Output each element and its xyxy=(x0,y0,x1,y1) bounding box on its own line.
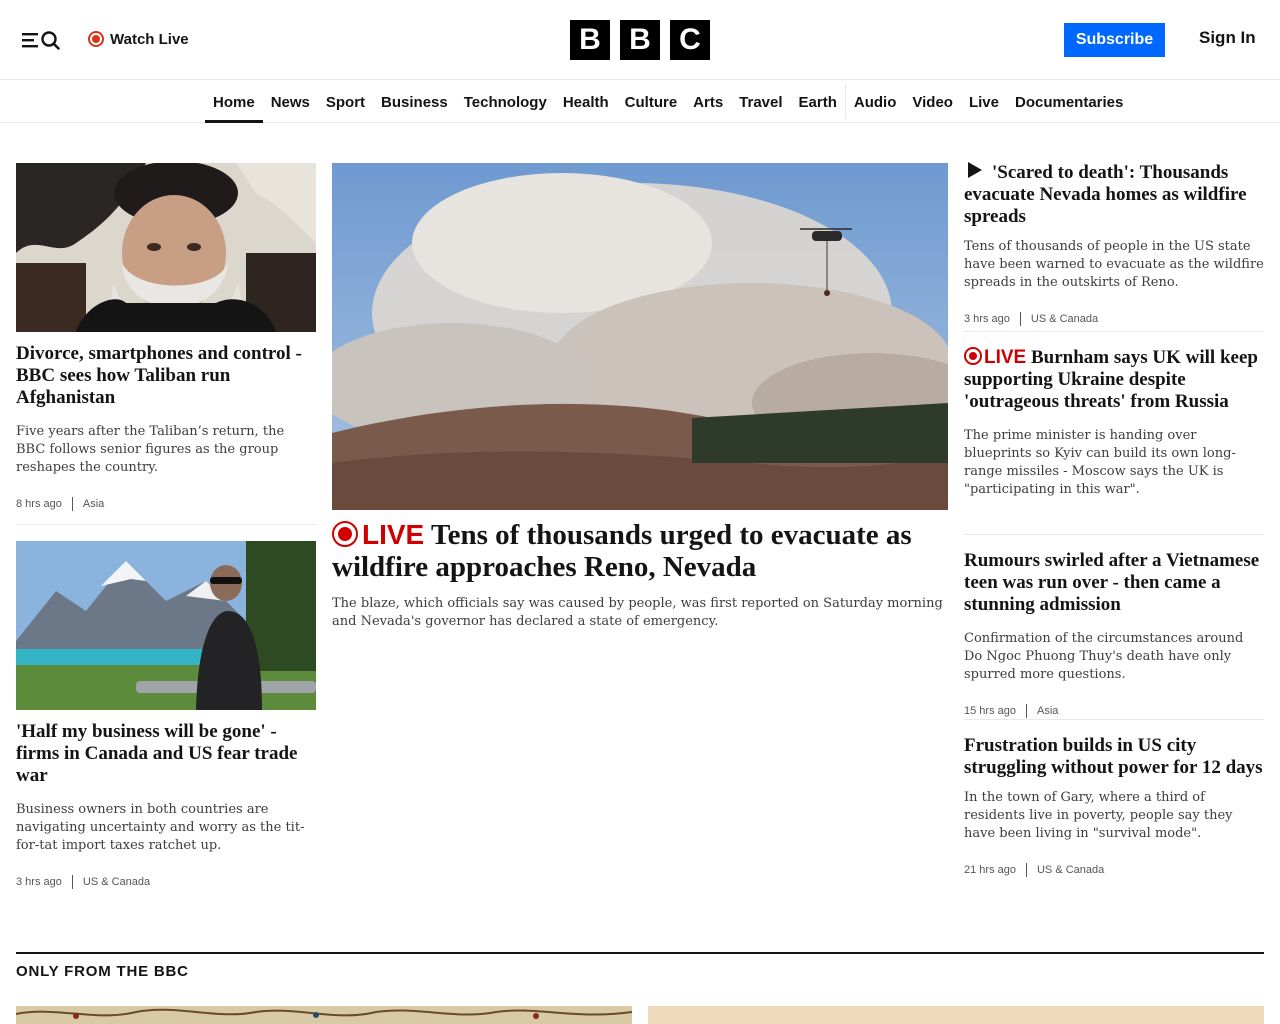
logo-letter-c: C xyxy=(670,20,710,60)
meta-separator xyxy=(1025,863,1027,877)
menu-search-button[interactable] xyxy=(20,28,62,52)
nav-video[interactable]: Video xyxy=(904,81,961,123)
story-meta: 15 hrs ago Asia xyxy=(964,704,1264,718)
story-summary: Five years after the Taliban’s return, t… xyxy=(16,424,285,475)
subscribe-button[interactable]: Subscribe xyxy=(1064,23,1165,57)
story-headline[interactable]: 'Half my business will be gone' - firms … xyxy=(16,721,316,787)
story-region[interactable]: US & Canada xyxy=(83,876,150,888)
story-headline[interactable]: Divorce, smartphones and control - BBC s… xyxy=(16,343,316,409)
taliban-story-image[interactable] xyxy=(16,163,316,332)
story-card-trade-war[interactable]: 'Half my business will be gone' - firms … xyxy=(16,721,316,889)
nav-sport[interactable]: Sport xyxy=(318,81,373,123)
watch-live-button[interactable]: Watch Live xyxy=(88,28,189,50)
story-card-ukraine[interactable]: LIVE Burnham says UK will keep supportin… xyxy=(964,347,1264,499)
meta-separator xyxy=(1025,704,1027,718)
logo-letter-b2: B xyxy=(620,20,660,60)
live-dot-icon xyxy=(88,31,104,47)
story-time: 3 hrs ago xyxy=(964,313,1010,325)
bbc-logo[interactable]: B B C xyxy=(570,20,710,60)
story-meta: 8 hrs ago Asia xyxy=(16,497,316,511)
meta-separator xyxy=(71,875,73,889)
story-card-gary-power[interactable]: Frustration builds in US city struggling… xyxy=(964,735,1264,877)
meta-separator xyxy=(71,497,73,511)
logo-letter-b1: B xyxy=(570,20,610,60)
play-icon xyxy=(968,162,982,178)
lead-summary: The blaze, which officials say was cause… xyxy=(332,596,943,629)
story-summary: The prime minister is handing over bluep… xyxy=(964,428,1236,497)
nav-business[interactable]: Business xyxy=(373,81,456,123)
nav-arts[interactable]: Arts xyxy=(685,81,731,123)
lead-story-card[interactable]: LIVE Tens of thousands urged to evacuate… xyxy=(332,519,948,631)
story-headline-text[interactable]: 'Scared to death': Thousands evacuate Ne… xyxy=(964,162,1247,227)
story-region[interactable]: Asia xyxy=(83,498,104,510)
menu-icon xyxy=(22,31,60,50)
card-divider xyxy=(16,524,316,525)
canada-story-image[interactable] xyxy=(16,541,316,710)
section-title: ONLY FROM THE BBC xyxy=(16,963,189,980)
story-region[interactable]: US & Canada xyxy=(1037,864,1104,876)
nav-travel[interactable]: Travel xyxy=(731,81,790,123)
section-story-image-2[interactable] xyxy=(648,1006,1264,1024)
story-card-vietnam[interactable]: Rumours swirled after a Vietnamese teen … xyxy=(964,550,1264,718)
nav-earth[interactable]: Earth xyxy=(791,81,845,123)
sign-in-link[interactable]: Sign In xyxy=(1199,28,1256,48)
main-navigation: Home News Sport Business Technology Heal… xyxy=(0,81,1280,123)
nav-health[interactable]: Health xyxy=(555,81,617,123)
lead-headline[interactable]: LIVE Tens of thousands urged to evacuate… xyxy=(332,519,948,583)
story-headline[interactable]: Frustration builds in US city struggling… xyxy=(964,735,1264,779)
nav-home[interactable]: Home xyxy=(205,81,263,123)
story-headline[interactable]: Rumours swirled after a Vietnamese teen … xyxy=(964,550,1264,616)
card-divider xyxy=(964,534,1264,535)
story-card-nevada-evacuate[interactable]: 'Scared to death': Thousands evacuate Ne… xyxy=(964,162,1264,326)
nav-culture[interactable]: Culture xyxy=(617,81,686,123)
story-headline[interactable]: LIVE Burnham says UK will keep supportin… xyxy=(964,347,1264,413)
story-time: 15 hrs ago xyxy=(964,705,1016,717)
story-summary: Tens of thousands of people in the US st… xyxy=(964,239,1264,290)
wildfire-lead-image[interactable] xyxy=(332,163,948,510)
story-headline[interactable]: 'Scared to death': Thousands evacuate Ne… xyxy=(964,162,1264,228)
story-time: 8 hrs ago xyxy=(16,498,62,510)
card-divider xyxy=(964,719,1264,720)
masthead: Watch Live B B C Subscribe Sign In xyxy=(0,0,1280,80)
story-region[interactable]: US & Canada xyxy=(1031,313,1098,325)
live-badge: LIVE xyxy=(362,519,425,550)
story-summary: In the town of Gary, where a third of re… xyxy=(964,790,1233,841)
nav-news[interactable]: News xyxy=(263,81,318,123)
live-badge: LIVE xyxy=(984,347,1027,368)
meta-separator xyxy=(1019,312,1021,326)
story-meta: 3 hrs ago US & Canada xyxy=(964,312,1264,326)
story-time: 21 hrs ago xyxy=(964,864,1016,876)
nav-live[interactable]: Live xyxy=(961,81,1007,123)
card-divider xyxy=(964,331,1264,332)
story-card-taliban[interactable]: Divorce, smartphones and control - BBC s… xyxy=(16,343,316,511)
section-story-image-1[interactable] xyxy=(16,1006,632,1024)
story-meta: 21 hrs ago US & Canada xyxy=(964,863,1264,877)
section-rule xyxy=(16,952,1264,954)
watch-live-label: Watch Live xyxy=(110,30,189,48)
story-meta: 3 hrs ago US & Canada xyxy=(16,875,316,889)
story-time: 3 hrs ago xyxy=(16,876,62,888)
nav-documentaries[interactable]: Documentaries xyxy=(1007,81,1131,123)
live-icon xyxy=(332,521,358,547)
nav-technology[interactable]: Technology xyxy=(456,81,555,123)
story-region[interactable]: Asia xyxy=(1037,705,1058,717)
story-summary: Confirmation of the circumstances around… xyxy=(964,631,1244,682)
nav-audio[interactable]: Audio xyxy=(846,81,905,123)
story-summary: Business owners in both countries are na… xyxy=(16,802,305,853)
live-icon xyxy=(964,347,982,365)
